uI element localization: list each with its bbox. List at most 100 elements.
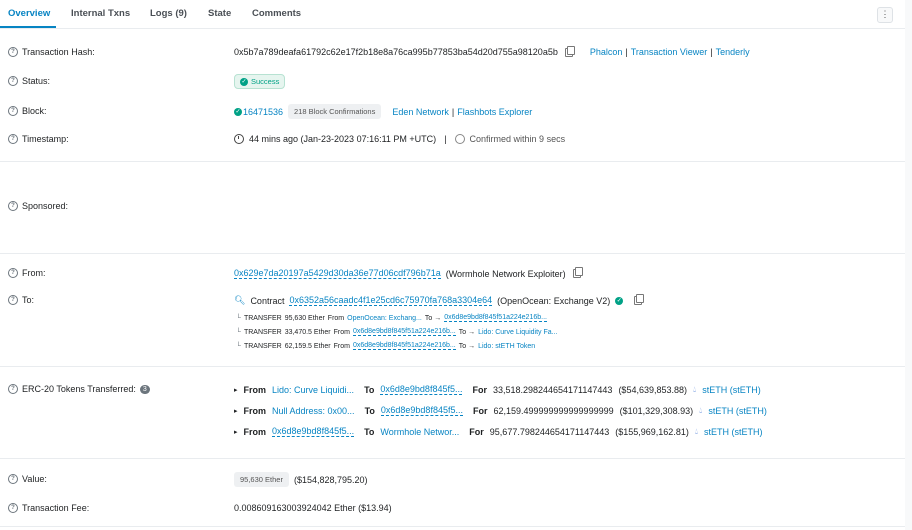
fee-label: ? Transaction Fee:	[8, 503, 89, 513]
phalcon-link[interactable]: Phalcon	[590, 47, 623, 57]
erc20-token-link[interactable]: stETH (stETH)	[704, 427, 763, 437]
fee-value: 0.008609163003924042 Ether ($13.94)	[234, 503, 392, 513]
branch-icon: └	[236, 314, 241, 322]
verified-check-icon: ✓	[615, 296, 624, 305]
question-icon[interactable]: ?	[8, 384, 18, 394]
scrollbar-gutter	[905, 0, 912, 530]
erc20-to-link[interactable]: 0x6d8e9bd8f845f5...	[380, 405, 463, 416]
question-icon[interactable]: ?	[8, 134, 18, 144]
tab-bar: Overview Internal Txns Logs (9) State Co…	[0, 0, 905, 29]
divider	[0, 161, 905, 162]
question-icon[interactable]: ?	[8, 295, 18, 305]
contract-magnifier-icon: 🔍︎	[234, 295, 246, 305]
check-circle-icon: ✓	[234, 107, 242, 116]
to-name: (OpenOcean: Exchange V2)	[497, 295, 611, 306]
timestamp-value-row: 44 mins ago (Jan-23-2023 07:16:11 PM +UT…	[234, 134, 565, 144]
flashbots-explorer-link[interactable]: Flashbots Explorer	[457, 107, 532, 117]
question-icon[interactable]: ?	[8, 106, 18, 116]
erc20-usd: ($101,329,308.93)	[619, 405, 694, 416]
block-label: ? Block:	[8, 106, 47, 116]
transfer-from-link[interactable]: OpenOcean: Exchang...	[347, 315, 422, 322]
steth-token-icon: 💧︎	[694, 426, 699, 436]
erc20-amount: 33,518.298244654171147443	[492, 384, 613, 395]
erc20-to-link[interactable]: 0x6d8e9bd8f845f5...	[380, 384, 463, 395]
question-icon[interactable]: ?	[8, 503, 18, 513]
steth-token-icon: 💧︎	[699, 405, 703, 415]
divider	[0, 253, 905, 254]
caret-right-icon: ▸	[234, 407, 238, 415]
transfer-from-link[interactable]: 0x6d8e9bd8f845f51a224e216b...	[352, 342, 456, 350]
erc20-transfer-row: ▸ From Null Address: 0x00... To 0x6d8e9b…	[234, 405, 767, 416]
divider	[0, 458, 905, 459]
divider	[0, 366, 905, 367]
to-value-row: 🔍︎ Contract 0x6352a56caadc4f1e25cd6c7597…	[234, 294, 645, 306]
tab-comments[interactable]: Comments	[252, 8, 301, 19]
from-value-row: 0x629e7da20197a5429d30da36e77d06cdf796b7…	[234, 267, 583, 279]
from-label: ? From:	[8, 268, 46, 278]
branch-icon: └	[236, 342, 241, 350]
clock-outline-icon	[454, 134, 465, 144]
from-name: (Wormhole Network Exploiter)	[445, 268, 566, 279]
tab-state[interactable]: State	[208, 8, 231, 19]
transfer-to-link[interactable]: 0x6d8e9bd8f845f51a224e216b...	[444, 314, 547, 322]
to-label: ? To:	[8, 295, 34, 305]
question-icon[interactable]: ?	[8, 47, 18, 57]
erc20-from-link[interactable]: 0x6d8e9bd8f845f5...	[272, 426, 355, 437]
divider	[0, 526, 905, 527]
status-value-row: ✓ Success	[234, 74, 286, 89]
value-usd: ($154,828,795.20)	[293, 474, 368, 485]
question-icon[interactable]: ?	[8, 268, 18, 278]
internal-transfer-row: └ TRANSFER 62,159.5 Ether From 0x6d8e9bd…	[236, 342, 536, 350]
tx-hash-value-row: 0x5b7a789deafa61792c62e17f2b18e8a76ca995…	[234, 45, 750, 57]
block-confirmations-badge: 218 Block Confirmations	[288, 104, 382, 119]
eden-network-link[interactable]: Eden Network	[392, 107, 449, 117]
steth-token-icon: 💧︎	[693, 384, 697, 394]
erc20-amount: 95,677.798244654171147443	[489, 426, 610, 437]
timestamp-label: ? Timestamp:	[8, 134, 69, 144]
erc20-from-link[interactable]: Lido: Curve Liquidi...	[272, 385, 354, 395]
tab-overview[interactable]: Overview	[8, 8, 50, 19]
caret-right-icon: ▸	[234, 386, 238, 394]
to-address-link[interactable]: 0x6352a56caadc4f1e25cd6c75970fa768a3304e…	[289, 295, 493, 306]
branch-icon: └	[236, 328, 241, 336]
block-number-link[interactable]: 16471536	[243, 107, 283, 117]
erc20-from-link[interactable]: Null Address: 0x00...	[272, 406, 355, 416]
erc20-token-link[interactable]: stETH (stETH)	[702, 385, 761, 395]
from-address-link[interactable]: 0x629e7da20197a5429d30da36e77d06cdf796b7…	[234, 268, 441, 279]
copy-icon[interactable]	[564, 45, 575, 57]
erc20-transfer-row: ▸ From Lido: Curve Liquidi... To 0x6d8e9…	[234, 384, 761, 395]
check-circle-icon: ✓	[240, 77, 248, 86]
tab-internal-txns[interactable]: Internal Txns	[71, 8, 130, 19]
transfer-from-link[interactable]: 0x6d8e9bd8f845f51a224e216b...	[352, 328, 456, 336]
status-badge: ✓ Success	[234, 74, 286, 89]
erc20-label: ? ERC-20 Tokens Transferred: 3	[8, 384, 150, 394]
erc20-amount: 62,159.499999999999999999	[493, 405, 614, 416]
to-prefix: Contract	[250, 295, 285, 306]
erc20-usd: ($54,639,853.88)	[618, 384, 687, 395]
fee-row: 0.008609163003924042 Ether ($13.94)	[234, 503, 392, 513]
copy-icon[interactable]	[572, 267, 583, 278]
confirmed-within: Confirmed within 9 secs	[469, 134, 566, 144]
value-label: ? Value:	[8, 474, 47, 484]
transaction-viewer-link[interactable]: Transaction Viewer	[631, 47, 708, 57]
erc20-transfer-row: ▸ From 0x6d8e9bd8f845f5... To Wormhole N…	[234, 426, 763, 437]
internal-transfer-row: └ TRANSFER 95,630 Ether From OpenOcean: …	[236, 314, 547, 322]
value-row: 95,630 Ether ($154,828,795.20)	[234, 472, 368, 487]
question-icon[interactable]: ?	[8, 76, 18, 86]
erc20-token-link[interactable]: stETH (stETH)	[708, 406, 767, 416]
tx-hash-value: 0x5b7a789deafa61792c62e17f2b18e8a76ca995…	[234, 47, 558, 57]
transfer-to-link[interactable]: Lido: Curve Liquidity Fa...	[478, 329, 557, 336]
copy-icon[interactable]	[634, 294, 645, 305]
more-options-button[interactable]: ⋮	[877, 7, 893, 23]
tab-logs[interactable]: Logs (9)	[150, 8, 187, 19]
sponsored-label: ? Sponsored:	[8, 201, 68, 211]
clock-icon	[234, 134, 244, 144]
question-icon[interactable]: ?	[8, 474, 18, 484]
tenderly-link[interactable]: Tenderly	[716, 47, 750, 57]
erc20-usd: ($155,969,162.81)	[615, 426, 689, 437]
question-icon[interactable]: ?	[8, 201, 18, 211]
active-tab-indicator	[0, 26, 56, 28]
erc20-to-link[interactable]: Wormhole Networ...	[380, 427, 459, 437]
transfer-to-link[interactable]: Lido: stETH Token	[478, 343, 535, 350]
timestamp-value: 44 mins ago (Jan-23-2023 07:16:11 PM +UT…	[249, 134, 437, 144]
